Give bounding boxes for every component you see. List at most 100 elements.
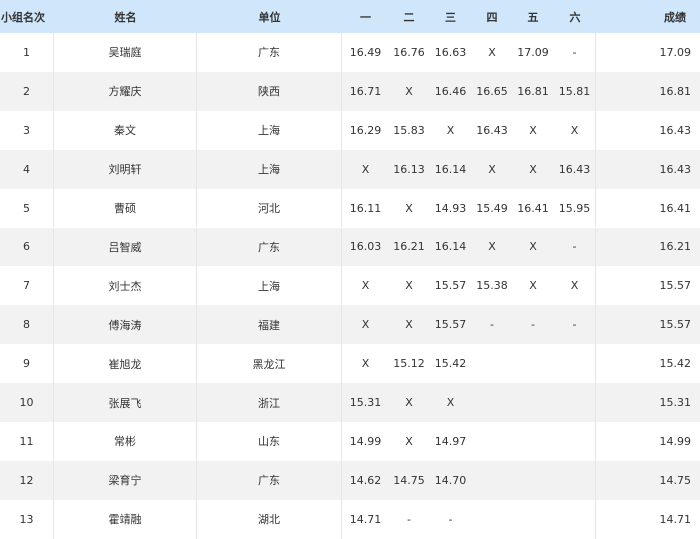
attempt-5-cell: X [529, 162, 537, 176]
attempt-3-cell: - [448, 512, 453, 526]
table-row: 5 曹硕 河北 16.11 X 14.93 15.49 16.41 15.95 16.41 [0, 188, 700, 228]
attempt-4-cell [472, 344, 512, 383]
attempt-5-cell: X [529, 123, 537, 137]
header-name: 姓名 [114, 10, 137, 24]
result-cell: 15.57 [659, 279, 692, 293]
rank-cell: 9 [0, 344, 54, 384]
rank-cell: 7 [0, 266, 54, 306]
table-row: 1 吴瑞庭 广东 16.49 16.76 16.63 X 17.09-17.09 [0, 33, 700, 72]
attempt-2-cell: X [405, 279, 413, 293]
attempt-3-cell: 14.70 [434, 473, 467, 487]
table-row: 13 霍靖融 湖北 14.71 - - 14.71 [0, 499, 700, 539]
attempt-6-cell: X [554, 266, 596, 306]
unit-cell: 福建 [197, 305, 342, 345]
attempt-4-cell [472, 500, 512, 539]
results-table: 小组名次 姓名 单位 一 二 三 四 五 六 成绩 1 吴瑞庭 广东 16.49 16.… [0, 0, 700, 539]
attempt-3-cell: X [446, 123, 455, 137]
attempt-5-cell: 16.41 [517, 201, 549, 215]
attempt-5-cell: 16.81 [517, 84, 549, 98]
unit-cell: 上海 [197, 266, 342, 306]
table-row: 7 刘士杰 上海 X X 15.57 15.38 X X 15.57 [0, 266, 700, 306]
attempt-2-cell: X [405, 434, 413, 448]
name-cell: 吴瑞庭 [54, 33, 197, 72]
result-cell: 14.71 [659, 512, 692, 526]
attempt-5-cell: X [529, 240, 537, 254]
unit-cell: 湖北 [197, 499, 342, 539]
attempt-4-cell: X [488, 240, 496, 254]
name-cell: 刘明轩 [54, 149, 197, 189]
attempt-2-cell: 16.13 [393, 162, 425, 176]
name-cell: 张展飞 [54, 383, 197, 422]
attempt-2-cell: 16.76 [393, 45, 425, 59]
attempt-2-cell: 15.83 [393, 123, 425, 137]
table-row: 9 崔旭龙 黑龙江 X 15.12 15.42 15.42 [0, 344, 700, 384]
attempt-3-cell: 16.14 [434, 162, 467, 176]
name-cell: 梁育宁 [54, 460, 197, 500]
attempt-3-cell: 16.46 [434, 84, 467, 98]
unit-cell: 黑龙江 [197, 344, 342, 384]
attempt-2-cell: 14.75 [393, 473, 425, 487]
unit-cell: 浙江 [197, 383, 342, 422]
attempt-5-cell: X [529, 279, 537, 293]
name-cell: 傅海涛 [54, 305, 197, 345]
attempt-5-cell: 17.09 [517, 45, 549, 59]
attempt-3-cell: 14.93 [434, 201, 467, 215]
result-cell: 16.43 [659, 123, 692, 137]
attempt-6-cell [554, 383, 596, 422]
header-attempt-6: 六 [569, 10, 581, 24]
header-unit: 单位 [258, 10, 281, 24]
unit-cell: 河北 [197, 188, 342, 228]
attempt-3-cell: 14.97 [434, 434, 467, 448]
attempt-3-cell: 15.57 [434, 318, 467, 332]
attempt-1-cell: 16.71 [349, 84, 382, 98]
header-attempt-3: 三 [445, 10, 456, 24]
table-row: 3 秦文 上海 16.29 15.83 X 16.43 X X 16.43 [0, 110, 700, 150]
attempt-5-cell [512, 422, 554, 461]
result-cell: 17.09 [659, 45, 692, 59]
rank-cell: 4 [0, 149, 54, 189]
attempt-5-cell [512, 383, 554, 422]
name-cell: 刘士杰 [54, 266, 197, 306]
attempt-4-cell [472, 461, 512, 500]
attempt-5-cell [512, 500, 554, 539]
attempt-4-cell: 15.49 [476, 201, 508, 215]
attempt-3-cell: 16.63 [434, 45, 467, 59]
result-cell: 15.57 [659, 318, 692, 332]
name-cell: 霍靖融 [54, 499, 197, 539]
attempt-6-cell: 15.81 [554, 71, 596, 111]
result-cell: 15.42 [659, 357, 692, 371]
attempt-1-cell: X [361, 162, 370, 176]
name-cell: 秦文 [54, 110, 197, 150]
attempt-1-cell: 16.11 [349, 201, 382, 215]
header-attempt-4: 四 [486, 10, 498, 24]
unit-cell: 山东 [197, 422, 342, 461]
rank-cell: 11 [0, 422, 54, 461]
attempt-3-cell: 15.57 [434, 279, 467, 293]
attempt-6-cell: - [554, 33, 596, 72]
result-cell: 16.81 [659, 84, 692, 98]
unit-cell: 广东 [197, 460, 342, 500]
attempt-4-cell: X [488, 45, 496, 59]
attempt-3-cell: X [446, 396, 455, 410]
attempt-4-cell: X [488, 162, 496, 176]
table-header: 小组名次 姓名 单位 一 二 三 四 五 六 成绩 [0, 0, 700, 33]
attempt-2-cell: X [405, 84, 413, 98]
attempt-2-cell: X [405, 318, 413, 332]
attempt-2-cell: 15.12 [393, 357, 425, 371]
attempt-5-cell [512, 344, 554, 383]
attempt-6-cell: - [554, 227, 596, 267]
unit-cell: 上海 [197, 149, 342, 189]
unit-cell: 陕西 [197, 71, 342, 111]
unit-cell: 广东 [197, 33, 342, 72]
name-cell: 常彬 [54, 422, 197, 461]
attempt-6-cell: 15.95 [554, 188, 596, 228]
attempt-6-cell [554, 460, 596, 500]
header-attempt-5: 五 [527, 10, 539, 24]
table-row: 8 傅海涛 福建 X X 15.57 - - - 15.57 [0, 305, 700, 345]
attempt-1-cell: 14.71 [349, 512, 382, 526]
table-row: 2 方耀庆 陕西 16.71 X 16.46 16.65 16.81 15.81 16.81 [0, 71, 700, 111]
name-cell: 方耀庆 [54, 71, 197, 111]
attempt-1-cell: 14.99 [349, 434, 382, 448]
table-row: 12 梁育宁 广东 14.62 14.75 14.70 14.75 [0, 460, 700, 500]
attempt-1-cell: X [361, 357, 370, 371]
